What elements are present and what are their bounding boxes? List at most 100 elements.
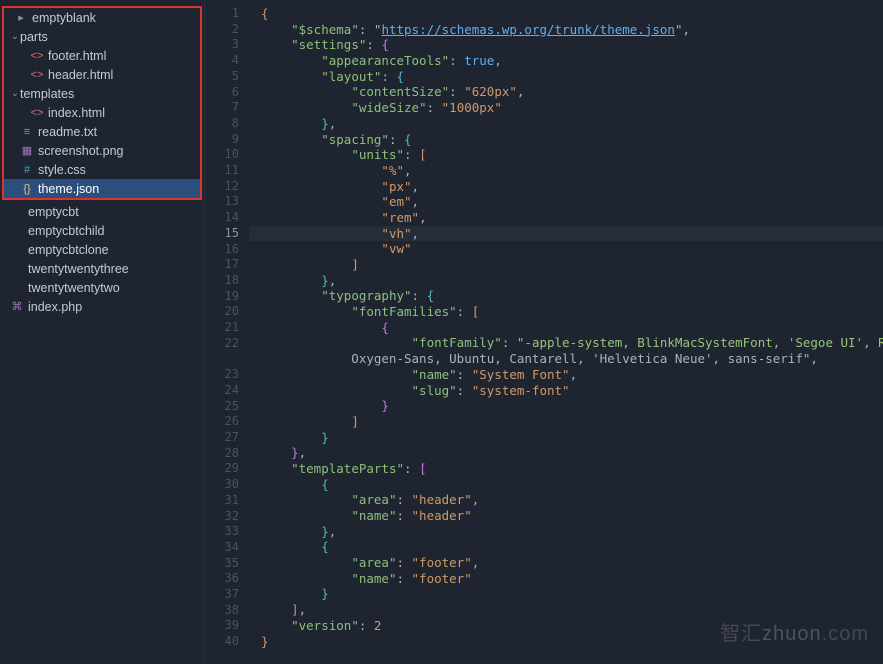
code-line[interactable]: "contentSize": "620px", [261,84,883,100]
line-number: 13 [205,194,249,210]
code-line[interactable]: "rem", [261,210,883,226]
code-line[interactable]: "vh", [249,226,883,242]
code-line[interactable]: "px", [261,179,883,195]
line-number: 23 [205,367,249,383]
line-number: 24 [205,383,249,399]
code-line[interactable]: "spacing": { [261,132,883,148]
file-label: style.css [38,163,86,177]
file-screenshot-png[interactable]: ▦screenshot.png [4,141,200,160]
file-footer-html[interactable]: <>footer.html [4,46,200,65]
item-label: emptycbtchild [28,224,104,238]
line-number: 2 [205,22,249,38]
item-emptycbtchild[interactable]: emptycbtchild [0,221,204,240]
code-line[interactable]: "appearanceTools": true, [261,53,883,69]
code-line[interactable]: "slug": "system-font" [261,383,883,399]
line-number: 16 [205,242,249,258]
item-twentytwentythree[interactable]: twentytwentythree [0,259,204,278]
file-label: footer.html [48,49,106,63]
highlight-annotation-box: ▸ emptyblank ⌄ parts <>footer.html<>head… [2,6,202,200]
file-index-html[interactable]: <>index.html [4,103,200,122]
code-line[interactable]: "vw" [261,241,883,257]
code-line[interactable]: "settings": { [261,37,883,53]
code-line[interactable]: "wideSize": "1000px" [261,100,883,116]
code-line[interactable]: "layout": { [261,69,883,85]
code-line[interactable]: "templateParts": [ [261,461,883,477]
file-header-html[interactable]: <>header.html [4,65,200,84]
item-emptycbtclone[interactable]: emptycbtclone [0,240,204,259]
code-line[interactable]: } [261,634,883,650]
item-index-php[interactable]: ⌘index.php [0,297,204,316]
item-label: index.php [28,300,82,314]
folder-templates[interactable]: ⌄templates [4,84,200,103]
line-number: 36 [205,571,249,587]
code-line[interactable]: "%", [261,163,883,179]
line-number: 18 [205,273,249,289]
line-number: 19 [205,289,249,305]
line-number: 22 [205,336,249,352]
line-number: 26 [205,414,249,430]
code-line[interactable]: { [261,320,883,336]
line-number: 14 [205,210,249,226]
line-number: 4 [205,53,249,69]
line-number: 30 [205,477,249,493]
code-line[interactable]: { [261,6,883,22]
code-line[interactable]: Oxygen-Sans, Ubuntu, Cantarell, 'Helveti… [261,351,883,367]
code-line[interactable]: "name": "footer" [261,571,883,587]
code-line[interactable]: "em", [261,194,883,210]
code-line[interactable]: { [261,539,883,555]
folder-label: templates [20,87,74,101]
line-number: 25 [205,399,249,415]
line-number: 21 [205,320,249,336]
code-line[interactable]: }, [261,524,883,540]
code-line[interactable]: "$schema": "https://schemas.wp.org/trunk… [261,22,883,38]
line-number: 20 [205,304,249,320]
code-line[interactable]: }, [261,273,883,289]
code-line[interactable]: }, [261,445,883,461]
code-line[interactable]: } [261,586,883,602]
folder-emptyblank[interactable]: ▸ emptyblank [4,8,200,27]
code-line[interactable]: "name": "header" [261,508,883,524]
line-number: 15 [205,226,249,242]
item-twentytwentytwo[interactable]: twentytwentytwo [0,278,204,297]
code-line[interactable]: { [261,477,883,493]
item-label: twentytwentytwo [28,281,120,295]
json-icon: {} [20,183,34,195]
code-line[interactable]: "units": [ [261,147,883,163]
folder-label: emptyblank [32,11,96,25]
file-readme-txt[interactable]: ≡readme.txt [4,122,200,141]
file-label: screenshot.png [38,144,123,158]
code-line[interactable]: "area": "header", [261,492,883,508]
code-line[interactable]: "fontFamily": "-apple-system, BlinkMacSy… [261,335,883,351]
file-style-css[interactable]: #style.css [4,160,200,179]
code-line[interactable]: "version": 2 [261,618,883,634]
code-line[interactable]: "typography": { [261,288,883,304]
code-line[interactable]: } [261,398,883,414]
code-line[interactable]: ], [261,602,883,618]
file-theme-json[interactable]: {}theme.json [4,179,200,198]
line-number: 8 [205,116,249,132]
code-content[interactable]: { "$schema": "https://schemas.wp.org/tru… [249,0,883,664]
line-number: 7 [205,100,249,116]
item-emptycbt[interactable]: emptycbt [0,202,204,221]
file-explorer-sidebar[interactable]: ▸ emptyblank ⌄ parts <>footer.html<>head… [0,0,205,664]
line-number: 5 [205,69,249,85]
item-label: emptycbt [28,205,79,219]
code-line[interactable]: "area": "footer", [261,555,883,571]
folder-parts[interactable]: ⌄ parts [4,27,200,46]
folder-icon: ▸ [14,11,28,24]
line-number-gutter: 12345678910111213141516171819202122 2324… [205,0,249,664]
item-label: twentytwentythree [28,262,129,276]
line-number: 10 [205,147,249,163]
chevron-down-icon: ⌄ [10,31,20,42]
code-line[interactable]: } [261,430,883,446]
code-editor[interactable]: 12345678910111213141516171819202122 2324… [205,0,883,664]
folder-label: parts [20,30,48,44]
code-line[interactable]: }, [261,116,883,132]
line-number: 3 [205,37,249,53]
code-line[interactable]: "name": "System Font", [261,367,883,383]
code-line[interactable]: "fontFamilies": [ [261,304,883,320]
code-line[interactable]: ] [261,414,883,430]
html-icon: <> [30,107,44,119]
code-line[interactable]: ] [261,257,883,273]
line-number: 38 [205,603,249,619]
